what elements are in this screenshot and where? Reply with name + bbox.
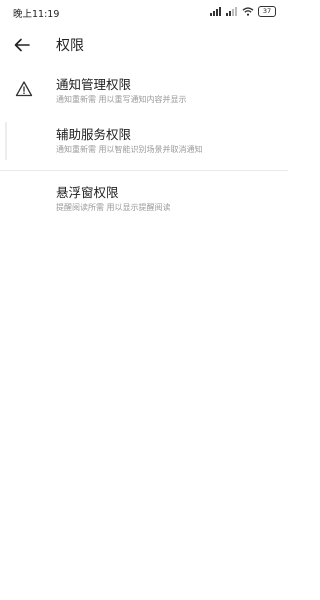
app-bar: 权限 — [0, 24, 288, 66]
signal-icon-2 — [226, 7, 237, 16]
status-icons: 37 — [210, 6, 276, 17]
back-arrow-icon — [14, 38, 30, 52]
permission-item-overlay[interactable]: 悬浮窗权限 提醒阅读所需 用以显示提醒阅读 — [0, 174, 288, 224]
permission-description: 通知重新需 用以智能识别场景并取消通知 — [56, 145, 203, 154]
permission-list: 通知管理权限 通知重新需 用以重写通知内容并显示 辅助服务权限 通知重新需 用以… — [0, 66, 288, 224]
permission-description: 通知重新需 用以重写通知内容并显示 — [56, 95, 187, 104]
wifi-icon — [242, 7, 254, 16]
warning-icon — [15, 81, 33, 97]
battery-icon: 37 — [258, 6, 276, 17]
permission-item-accessibility[interactable]: 辅助服务权限 通知重新需 用以智能识别场景并取消通知 — [0, 116, 288, 166]
scroll-indicator — [5, 122, 7, 160]
status-time: 晚上11:19 — [13, 9, 60, 20]
divider — [0, 170, 288, 171]
back-button[interactable] — [10, 33, 34, 57]
permission-title: 悬浮窗权限 — [56, 185, 119, 200]
signal-icon — [210, 7, 221, 16]
page-title: 权限 — [56, 38, 84, 54]
permission-item-notification[interactable]: 通知管理权限 通知重新需 用以重写通知内容并显示 — [0, 66, 288, 116]
permission-description: 提醒阅读所需 用以显示提醒阅读 — [56, 203, 171, 212]
status-bar: 晚上11:19 37 — [0, 0, 288, 24]
permission-title: 辅助服务权限 — [56, 127, 132, 142]
permission-title: 通知管理权限 — [56, 77, 132, 92]
